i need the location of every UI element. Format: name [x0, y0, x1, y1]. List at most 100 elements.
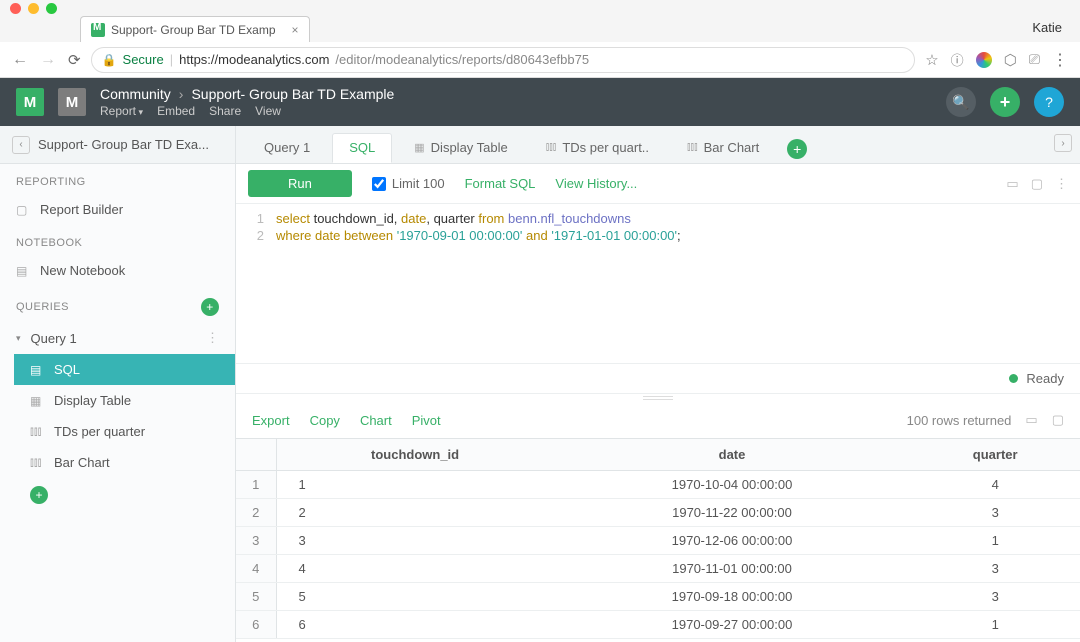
- panel-title: ‹ Support- Group Bar TD Exa...: [0, 126, 236, 163]
- dropbox-icon[interactable]: ⬡: [1004, 51, 1017, 69]
- cell-date: 1970-10-04 00:00:00: [554, 471, 911, 499]
- menu-embed[interactable]: Embed: [157, 104, 195, 118]
- table-row[interactable]: 441970-11-01 00:00:003: [236, 555, 1080, 583]
- add-button[interactable]: +: [990, 87, 1020, 117]
- info-icon[interactable]: ⓘ: [951, 50, 964, 69]
- url-host: https://modeanalytics.com: [179, 52, 329, 67]
- export-link[interactable]: Export: [252, 413, 290, 428]
- tab-display-table[interactable]: ▦Display Table: [398, 133, 524, 163]
- table-row[interactable]: 331970-12-06 00:00:001: [236, 527, 1080, 555]
- row-number: 3: [236, 527, 276, 555]
- tab-title: Support- Group Bar TD Examp: [111, 23, 276, 37]
- sidebar-item-bar-chart[interactable]: ⫾⫾⫾Bar Chart: [14, 447, 235, 478]
- status-text: Ready: [1026, 371, 1064, 386]
- maximize-window-icon[interactable]: [46, 3, 57, 14]
- url-input[interactable]: 🔒 Secure | https://modeanalytics.com/edi…: [91, 47, 916, 73]
- chrome-menu-icon[interactable]: ⋮: [1052, 50, 1068, 70]
- limit-checkbox-input[interactable]: [372, 177, 386, 191]
- sidebar-item-new-notebook[interactable]: ▤New Notebook: [0, 255, 235, 286]
- add-query-button[interactable]: +: [201, 298, 219, 316]
- section-reporting: REPORTING: [0, 164, 235, 194]
- tab-close-icon[interactable]: ×: [292, 23, 299, 37]
- view-history-link[interactable]: View History...: [555, 176, 637, 191]
- collapse-panel-icon[interactable]: ‹: [12, 136, 30, 154]
- app-header: M M Community › Support- Group Bar TD Ex…: [0, 78, 1080, 126]
- cell-quarter: 4: [910, 471, 1080, 499]
- chart-link[interactable]: Chart: [360, 413, 392, 428]
- help-button[interactable]: ?: [1034, 87, 1064, 117]
- extension-icon[interactable]: [976, 52, 992, 68]
- run-button[interactable]: Run: [248, 170, 352, 197]
- row-number: 2: [236, 499, 276, 527]
- url-path: /editor/modeanalytics/reports/d80643efbb…: [335, 52, 589, 67]
- sidebar-item-query1[interactable]: ▾Query 1⋮: [0, 322, 235, 354]
- cell-touchdown-id: 3: [276, 527, 554, 555]
- cell-touchdown-id: 5: [276, 583, 554, 611]
- drag-handle[interactable]: [236, 394, 1080, 402]
- status-bar: Ready: [236, 364, 1080, 394]
- sidebar-item-tds[interactable]: ⫾⫾⫾TDs per quarter: [14, 416, 235, 447]
- menu-view[interactable]: View: [255, 104, 281, 118]
- sidebar-item-display-table[interactable]: ▦Display Table: [14, 385, 235, 416]
- bookmark-icon[interactable]: ☆: [925, 51, 938, 69]
- breadcrumb-community[interactable]: Community: [100, 86, 171, 102]
- back-button[interactable]: ←: [12, 51, 30, 69]
- cell-touchdown-id: 6: [276, 611, 554, 639]
- maximize-panel-icon[interactable]: ▢: [1031, 176, 1043, 192]
- menu-report[interactable]: Report: [100, 104, 143, 118]
- minimize-window-icon[interactable]: [28, 3, 39, 14]
- sidebar-add-chart[interactable]: +: [14, 478, 235, 512]
- copy-link[interactable]: Copy: [310, 413, 340, 428]
- search-button[interactable]: 🔍: [946, 87, 976, 117]
- minimize-panel-icon[interactable]: ▭: [1006, 176, 1018, 192]
- report-icon: ▢: [16, 203, 30, 217]
- col-touchdown-id[interactable]: touchdown_id: [276, 439, 554, 471]
- screenshot-icon[interactable]: ⎚: [1029, 51, 1040, 68]
- tab-sql[interactable]: SQL: [332, 133, 392, 163]
- address-bar: ← → ⟳ 🔒 Secure | https://modeanalytics.c…: [0, 42, 1080, 78]
- reload-button[interactable]: ⟳: [68, 51, 81, 69]
- pivot-link[interactable]: Pivot: [412, 413, 441, 428]
- cell-date: 1970-12-06 00:00:00: [554, 527, 911, 555]
- table-row[interactable]: 221970-11-22 00:00:003: [236, 499, 1080, 527]
- tab-tds-per-quarter[interactable]: ⫾⫾⫾TDs per quart..: [530, 133, 665, 163]
- sidebar-item-report-builder[interactable]: ▢Report Builder: [0, 194, 235, 225]
- community-logo[interactable]: M: [58, 88, 86, 116]
- menu-share[interactable]: Share: [209, 104, 241, 118]
- table-row[interactable]: 661970-09-27 00:00:001: [236, 611, 1080, 639]
- more-icon[interactable]: ⋮: [1055, 176, 1068, 192]
- lock-icon: 🔒: [102, 53, 117, 67]
- add-tab-button[interactable]: +: [787, 139, 807, 159]
- sql-editor[interactable]: 1select touchdown_id, date, quarter from…: [236, 204, 1080, 364]
- breadcrumb-title[interactable]: Support- Group Bar TD Example: [191, 86, 394, 102]
- limit-checkbox[interactable]: Limit 100: [372, 176, 445, 191]
- maximize-results-icon[interactable]: ▢: [1052, 412, 1064, 428]
- grip-icon: [643, 396, 673, 400]
- add-chart-button[interactable]: +: [30, 486, 48, 504]
- browser-profile-name[interactable]: Katie: [1032, 20, 1062, 35]
- addr-actions: ☆ ⓘ ⬡ ⎚ ⋮: [925, 50, 1068, 70]
- cell-quarter: 3: [910, 555, 1080, 583]
- browser-tab[interactable]: Support- Group Bar TD Examp ×: [80, 16, 310, 42]
- table-header-row: touchdown_id date quarter: [236, 439, 1080, 471]
- col-date[interactable]: date: [554, 439, 911, 471]
- close-window-icon[interactable]: [10, 3, 21, 14]
- caret-down-icon[interactable]: ▾: [16, 333, 21, 344]
- app-logo[interactable]: M: [16, 88, 44, 116]
- row-number: 5: [236, 583, 276, 611]
- line-number: 2: [236, 228, 276, 243]
- format-sql-link[interactable]: Format SQL: [465, 176, 536, 191]
- bars-icon: ⫾⫾⫾: [30, 455, 44, 470]
- minimize-results-icon[interactable]: ▭: [1025, 412, 1037, 428]
- col-quarter[interactable]: quarter: [910, 439, 1080, 471]
- expand-right-icon[interactable]: ›: [1054, 134, 1072, 152]
- table-row[interactable]: 551970-09-18 00:00:003: [236, 583, 1080, 611]
- cell-quarter: 1: [910, 611, 1080, 639]
- tab-bar-chart[interactable]: ⫾⫾⫾Bar Chart: [671, 133, 775, 163]
- cell-quarter: 1: [910, 527, 1080, 555]
- sql-icon: ▤: [30, 363, 44, 377]
- tab-query1[interactable]: Query 1: [248, 133, 326, 163]
- more-icon[interactable]: ⋮: [206, 330, 219, 346]
- sidebar-item-sql[interactable]: ▤SQL: [14, 354, 235, 385]
- table-row[interactable]: 111970-10-04 00:00:004: [236, 471, 1080, 499]
